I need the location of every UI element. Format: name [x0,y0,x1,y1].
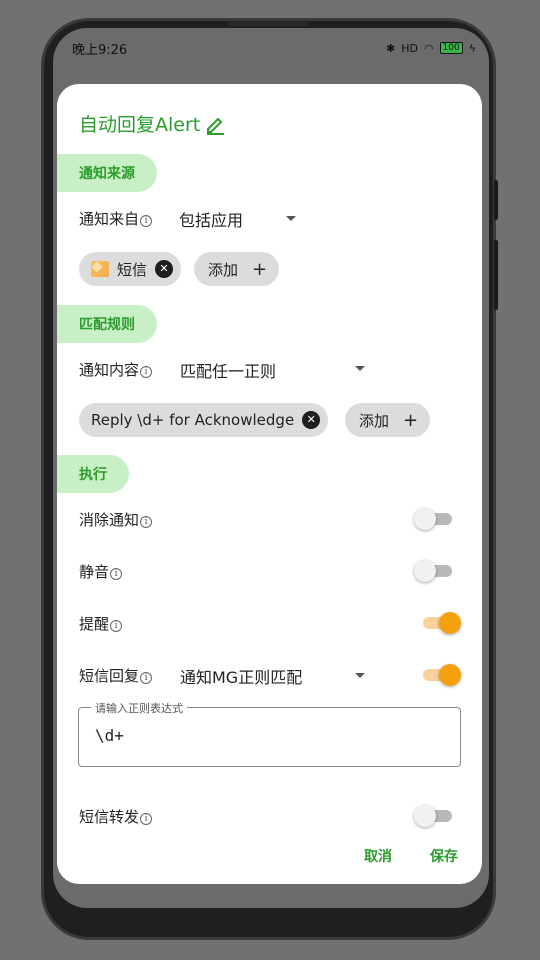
sms-forward-label-text: 短信转发 [79,807,140,826]
remind-label-text: 提醒 [79,614,110,633]
info-icon[interactable]: i [110,619,123,632]
notify-content-label: 通知内容 i [79,359,153,380]
save-button[interactable]: 保存 [430,846,458,866]
earpiece [229,22,309,26]
sms-forward-toggle[interactable] [414,804,454,827]
add-regex-button[interactable]: 添加 + [345,403,431,437]
sms-app-icon [91,261,109,277]
remind-label: 提醒 i [79,613,123,634]
toggle-knob [414,508,436,530]
mute-label-text: 静音 [79,562,110,581]
section-execute-label: 执行 [79,467,107,483]
section-notify-source-label: 通知来源 [79,166,135,182]
notify-content-label-text: 通知内容 [79,360,140,379]
mute-toggle[interactable] [414,559,454,582]
plus-icon: + [252,258,268,280]
info-icon[interactable]: i [140,671,153,684]
regex-input-legend: 请输入正则表达式 [91,700,187,716]
notify-from-row: 通知来自 i [79,203,460,233]
chevron-down-icon[interactable] [355,673,365,678]
plus-icon: + [403,409,419,431]
regex-chip[interactable]: Reply \d+ for Acknowledge ✕ [79,403,329,437]
status-bar: 晚上9:26 ✱ HD ◠ 100 ϟ [72,38,476,58]
notify-from-label-text: 通知来自 [79,209,140,228]
dialog-title-text: 自动回复Alert [79,114,201,136]
info-icon[interactable]: i [140,214,153,227]
notify-content-value: 匹配任一正则 [180,362,277,381]
section-match-rules-label: 匹配规则 [79,317,135,333]
charging-icon: ϟ [468,41,476,55]
notify-from-dropdown[interactable]: 包括应用 [179,207,243,231]
info-icon[interactable]: i [140,515,153,528]
remind-toggle[interactable] [421,611,461,634]
dismiss-label-text: 消除通知 [79,510,140,529]
dismiss-row: 消除通知 i [79,504,460,534]
notify-from-value: 包括应用 [179,211,244,230]
mute-label: 静音 i [79,561,123,582]
dialog-title: 自动回复Alert [79,110,226,137]
regex-input-field: 请输入正则表达式 [78,700,461,767]
chevron-down-icon[interactable] [286,216,296,221]
chevron-down-icon[interactable] [355,366,365,371]
sms-reply-label-text: 短信回复 [79,666,140,685]
regex-input[interactable] [95,726,435,745]
sms-reply-toggle[interactable] [421,663,461,686]
app-chip-sms[interactable]: 短信 ✕ [79,252,182,286]
add-app-label: 添加 [208,260,239,279]
toggle-knob [439,612,461,634]
network-label: HD [401,41,418,55]
sms-reply-mode-dropdown[interactable]: 通知MG正则匹配 [180,664,302,688]
sms-forward-row: 短信转发 i [79,801,460,831]
app-chip-label: 短信 [117,260,148,279]
dismiss-label: 消除通知 i [79,509,153,530]
toggle-knob [439,664,461,686]
wifi-icon: ◠ [423,41,434,55]
auto-reply-dialog: 自动回复Alert 通知来源 通知来自 i 包括应用 短信 ✕ 添加 + 匹配规则… [57,84,482,884]
bluetooth-icon: ✱ [385,41,396,55]
notify-from-label: 通知来自 i [79,208,153,229]
add-regex-label: 添加 [359,411,390,430]
add-app-button[interactable]: 添加 + [194,252,280,286]
battery-icon: 100 [439,42,463,54]
remove-chip-icon[interactable]: ✕ [302,411,321,429]
status-time: 晚上9:26 [72,42,128,58]
remind-row: 提醒 i [79,608,460,638]
power-button [494,240,498,310]
toggle-knob [414,805,436,827]
section-match-rules: 匹配规则 [57,305,157,343]
cancel-button[interactable]: 取消 [364,846,392,866]
info-icon[interactable]: i [110,567,123,580]
volume-button [494,180,498,220]
regex-chip-label: Reply \d+ for Acknowledge [91,411,295,429]
dismiss-toggle[interactable] [414,507,454,530]
sms-forward-label: 短信转发 i [79,806,153,827]
toggle-knob [414,560,436,582]
sms-reply-label: 短信回复 i [79,665,153,686]
sms-reply-mode-value: 通知MG正则匹配 [180,668,303,687]
info-icon[interactable]: i [140,812,153,825]
dialog-actions: 取消 保存 [364,846,458,866]
section-notify-source: 通知来源 [57,154,157,192]
remove-chip-icon[interactable]: ✕ [155,260,174,278]
mute-row: 静音 i [79,556,460,586]
info-icon[interactable]: i [140,365,153,378]
notify-content-dropdown[interactable]: 匹配任一正则 [180,358,276,382]
edit-icon[interactable] [204,113,226,135]
section-execute: 执行 [57,455,129,493]
